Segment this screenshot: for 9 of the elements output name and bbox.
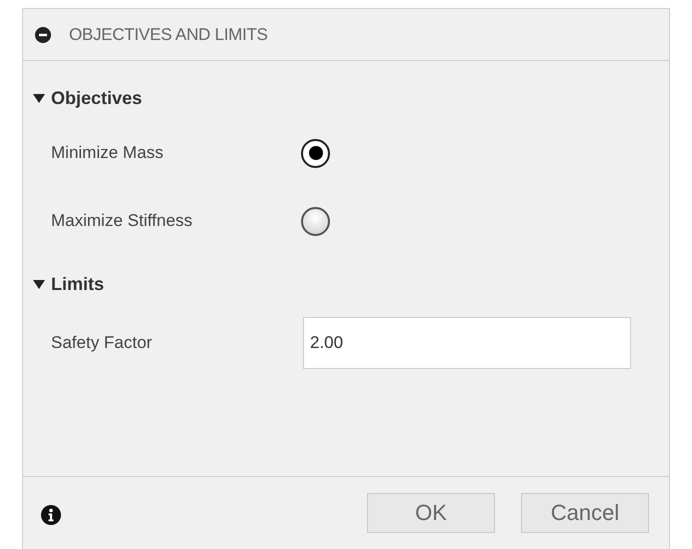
input-field[interactable]: 2.00 <box>303 317 631 369</box>
section-title[interactable]: Objectives <box>51 88 142 108</box>
field-label: Maximize Stiffness <box>51 211 194 231</box>
field-label: Minimize Mass <box>51 143 164 163</box>
ok-button[interactable]: OK <box>367 493 495 533</box>
panel-title: OBJECTIVES AND LIMITS <box>69 24 268 44</box>
field-label: Safety Factor <box>51 333 154 353</box>
cancel-button[interactable]: Cancel <box>521 493 649 533</box>
section-title[interactable]: Limits <box>51 274 104 294</box>
